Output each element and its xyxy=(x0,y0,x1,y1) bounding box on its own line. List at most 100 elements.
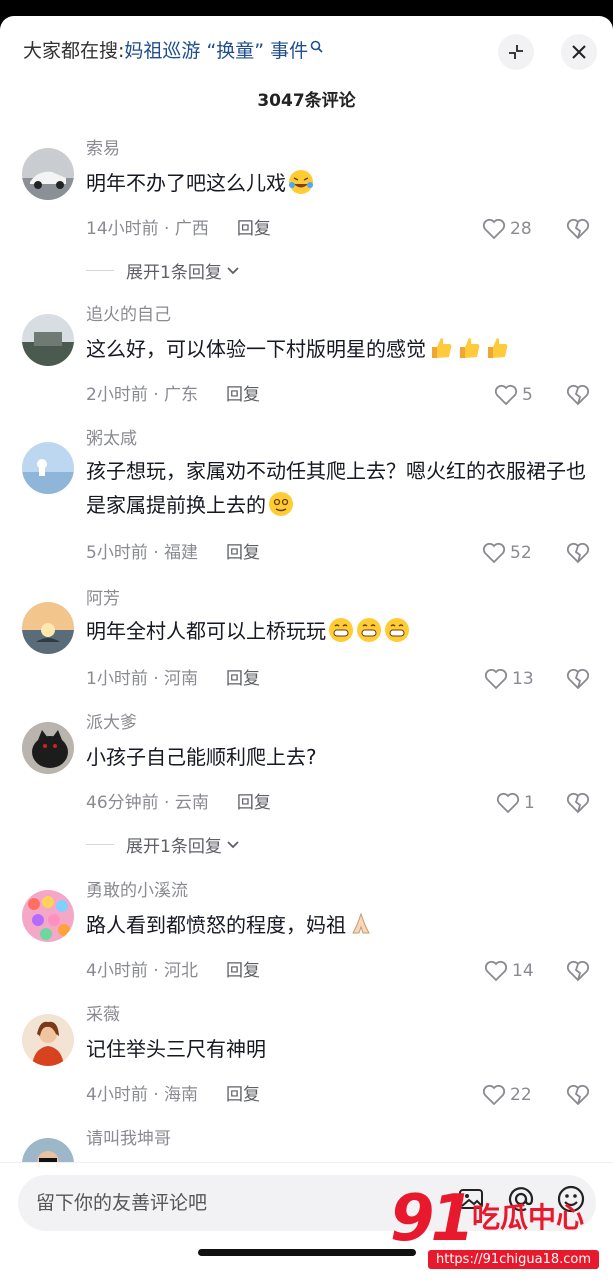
username[interactable]: 请叫我坤哥 xyxy=(86,1128,171,1150)
reply-button[interactable]: 回复 xyxy=(237,219,271,239)
comment-meta: 46分钟前 · 云南 回复 xyxy=(86,792,271,814)
broken-heart-icon[interactable] xyxy=(566,960,590,982)
username[interactable]: 采薇 xyxy=(86,1004,120,1026)
like-button[interactable]: 5 xyxy=(494,384,533,406)
comment-item: 采薇 记住举头三尺有神明 4小时前 · 海南 回复 22 xyxy=(0,1004,613,1124)
reply-button[interactable]: 回复 xyxy=(226,1085,260,1105)
username[interactable]: 阿芳 xyxy=(86,588,120,610)
username[interactable]: 派大爹 xyxy=(86,712,137,734)
comment-item: 请叫我坤哥 xyxy=(0,1128,613,1166)
chevron-down-icon xyxy=(227,266,239,274)
reply-button[interactable]: 回复 xyxy=(226,543,260,563)
username[interactable]: 粥太咸 xyxy=(86,428,137,450)
divider xyxy=(86,270,114,271)
broken-heart-icon[interactable] xyxy=(566,668,590,690)
divider xyxy=(86,844,114,845)
search-suggestion[interactable]: 大家都在搜:妈祖巡游 “换童” 事件 xyxy=(23,38,323,64)
avatar[interactable] xyxy=(22,442,74,494)
heart-icon xyxy=(484,960,508,982)
thumbs-up-icon xyxy=(488,338,508,358)
avatar[interactable] xyxy=(22,722,74,774)
comment-text-content: 明年不办了吧这么儿戏 xyxy=(86,171,286,195)
comment-text-content: 路人看到都愤怒的程度，妈祖 xyxy=(86,913,346,937)
heart-icon xyxy=(482,218,506,240)
like-count: 5 xyxy=(522,385,533,405)
expand-replies-button[interactable]: 展开1条回复 xyxy=(86,832,240,857)
broken-heart-icon[interactable] xyxy=(566,218,590,240)
dizzy-face-emoji-icon xyxy=(269,492,293,516)
time-location: 1小时前 · 河南 xyxy=(86,669,199,689)
broken-heart-icon[interactable] xyxy=(566,792,590,814)
comment-item: 追火的自己 这么好，可以体验一下村版明星的感觉 2小时前 · 广东 回复 5 xyxy=(0,304,613,424)
home-indicator[interactable] xyxy=(198,1249,416,1256)
broken-heart-icon[interactable] xyxy=(566,1084,590,1106)
like-count: 52 xyxy=(510,543,532,563)
expand-label: 展开1条回复 xyxy=(126,263,222,283)
time-location: 46分钟前 · 云南 xyxy=(86,793,209,813)
grinning-emoji-icon xyxy=(357,618,381,642)
comment-text-content: 明年全村人都可以上桥玩玩 xyxy=(86,619,326,643)
like-count: 1 xyxy=(524,793,535,813)
comment-meta: 14小时前 · 广西 回复 xyxy=(86,218,271,240)
grinning-emoji-icon xyxy=(385,618,409,642)
crying-laughing-emoji-icon xyxy=(289,170,313,194)
search-prefix: 大家都在搜: xyxy=(23,40,125,62)
comment-list[interactable]: 索易 明年不办了吧这么儿戏 14小时前 · 广西 回复 28 展开1条回复 追火的… xyxy=(0,126,613,1166)
expand-label: 展开1条回复 xyxy=(126,837,222,857)
collapse-icon xyxy=(509,45,523,59)
avatar[interactable] xyxy=(22,314,74,366)
heart-icon xyxy=(494,384,518,406)
time-location: 14小时前 · 广西 xyxy=(86,219,209,239)
watermark-url: https://91chigua18.com xyxy=(428,1250,600,1269)
avatar[interactable] xyxy=(22,602,74,654)
comment-count: 3047条评论 xyxy=(257,91,356,111)
broken-heart-icon[interactable] xyxy=(566,542,590,564)
username[interactable]: 追火的自己 xyxy=(86,304,171,326)
like-button[interactable]: 13 xyxy=(484,668,534,690)
search-icon xyxy=(310,40,323,53)
reply-button[interactable]: 回复 xyxy=(226,669,260,689)
heart-icon xyxy=(482,542,506,564)
like-count: 14 xyxy=(512,961,534,981)
comment-item: 粥太咸 孩子想玩，家属劝不动任其爬上去？嗯火红的衣服裙子也是家属提前换上去的 5… xyxy=(0,428,613,578)
broken-heart-icon[interactable] xyxy=(566,384,590,406)
like-button[interactable]: 1 xyxy=(496,792,535,814)
grinning-emoji-icon xyxy=(329,618,353,642)
like-count: 13 xyxy=(512,669,534,689)
comment-item: 索易 明年不办了吧这么儿戏 14小时前 · 广西 回复 28 展开1条回复 xyxy=(0,138,613,298)
time-location: 4小时前 · 海南 xyxy=(86,1085,199,1105)
avatar[interactable] xyxy=(22,890,74,942)
thumbs-up-icon xyxy=(432,338,452,358)
close-button[interactable] xyxy=(561,34,597,70)
expand-replies-button[interactable]: 展开1条回复 xyxy=(86,258,240,283)
comment-meta: 5小时前 · 福建 回复 xyxy=(86,542,260,564)
username[interactable]: 勇敢的小溪流 xyxy=(86,880,188,902)
comment-text: 明年不办了吧这么儿戏 xyxy=(86,166,586,200)
avatar[interactable] xyxy=(22,148,74,200)
like-button[interactable]: 28 xyxy=(482,218,532,240)
folded-hands-icon xyxy=(352,912,370,934)
heart-icon xyxy=(496,792,520,814)
comment-text-content: 这么好，可以体验一下村版明星的感觉 xyxy=(86,337,426,361)
search-topic-link[interactable]: 妈祖巡游 “换童” 事件 xyxy=(124,40,308,62)
comment-meta: 4小时前 · 海南 回复 xyxy=(86,1084,260,1106)
reply-button[interactable]: 回复 xyxy=(226,961,260,981)
like-button[interactable]: 52 xyxy=(482,542,532,564)
comment-text: 明年全村人都可以上桥玩玩 xyxy=(86,614,586,648)
username[interactable]: 索易 xyxy=(86,138,120,160)
heart-icon xyxy=(482,1084,506,1106)
comment-item: 派大爹 小孩子自己能顺利爬上去? 46分钟前 · 云南 回复 1 展开1条回复 xyxy=(0,712,613,872)
like-button[interactable]: 22 xyxy=(482,1084,532,1106)
reply-button[interactable]: 回复 xyxy=(226,385,260,405)
comment-text: 小孩子自己能顺利爬上去? xyxy=(86,745,317,769)
like-count: 28 xyxy=(510,219,532,239)
comment-item: 勇敢的小溪流 路人看到都愤怒的程度，妈祖 4小时前 · 河北 回复 14 xyxy=(0,880,613,1000)
chevron-down-icon xyxy=(227,840,239,848)
site-watermark: 91 吃瓜中心 https://91chigua18.com xyxy=(390,1182,600,1278)
time-location: 5小时前 · 福建 xyxy=(86,543,199,563)
avatar[interactable] xyxy=(22,1014,74,1066)
reply-button[interactable]: 回复 xyxy=(237,793,271,813)
collapse-button[interactable] xyxy=(498,34,534,70)
time-location: 2小时前 · 广东 xyxy=(86,385,199,405)
like-button[interactable]: 14 xyxy=(484,960,534,982)
